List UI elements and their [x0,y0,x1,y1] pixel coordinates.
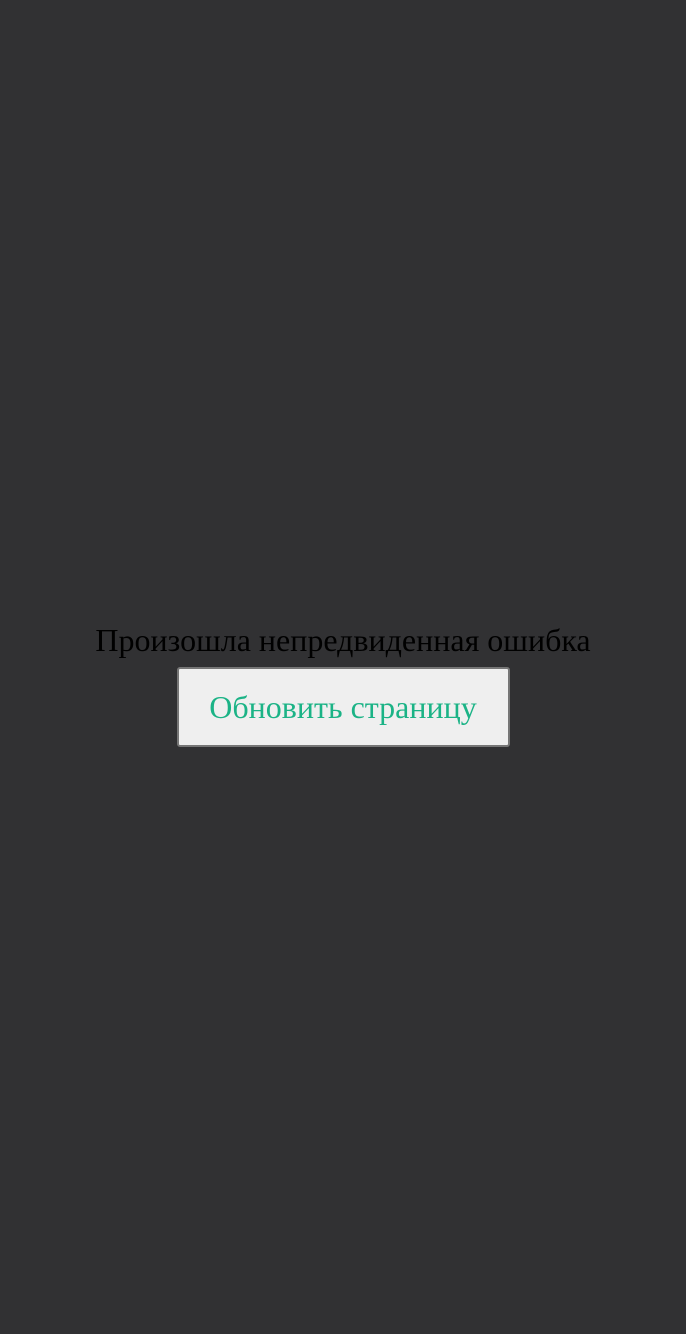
error-message: Произошла непредвиденная ошибка [95,622,591,658]
error-block: Произошла непредвиденная ошибка Обновить… [0,620,686,747]
reload-page-button[interactable]: Обновить страницу [176,667,510,747]
error-screen: Произошла непредвиденная ошибка Обновить… [0,0,686,1334]
